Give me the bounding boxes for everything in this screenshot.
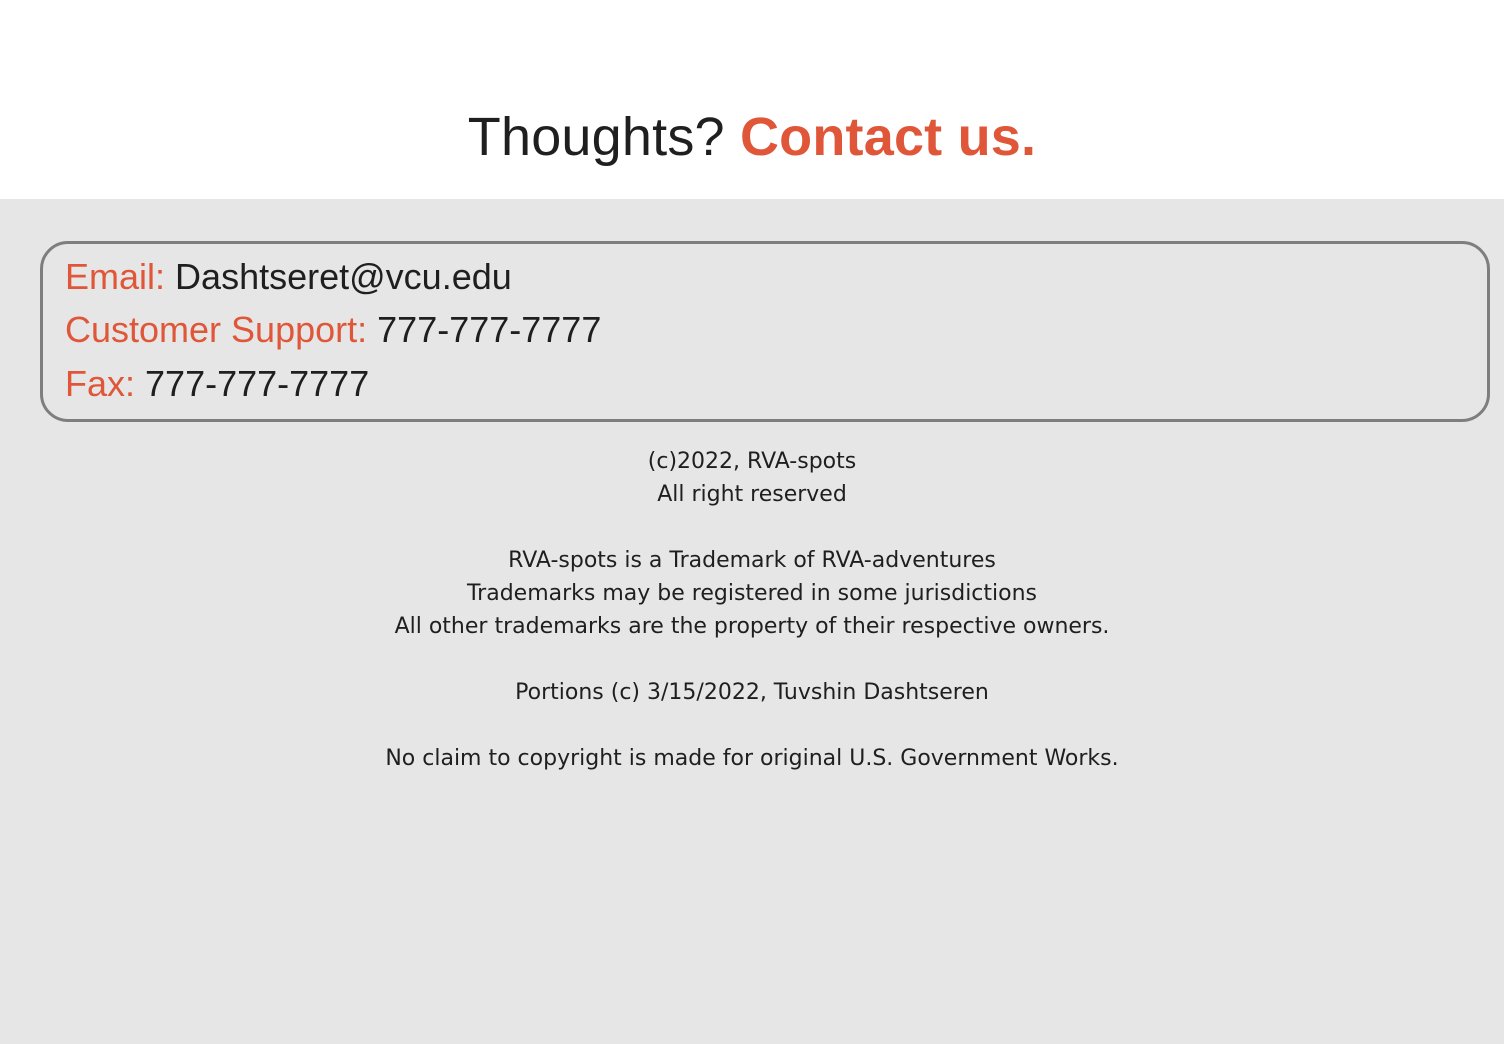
rights-text: All right reserved — [657, 482, 847, 507]
contact-us-link[interactable]: Contact us. — [740, 107, 1036, 167]
footer-spacer — [0, 709, 1504, 742]
customer-support-phone[interactable]: 777-777-7777 — [377, 309, 601, 350]
customer-support-row: Customer Support: 777-777-7777 — [65, 309, 601, 351]
footer-spacer — [0, 643, 1504, 676]
trademark-text-3: All other trademarks are the property of… — [394, 614, 1110, 639]
page: Thoughts? Contact us. Email: Dashtseret@… — [0, 0, 1504, 1044]
hero-question: Thoughts? — [467, 107, 725, 167]
fax-row: Fax: 777-777-7777 — [65, 363, 369, 405]
trademark-text-1: RVA-spots is a Trademark of RVA-adventur… — [508, 548, 996, 573]
government-works-notice: No claim to copyright is made for origin… — [385, 746, 1119, 771]
contact-info-box: Email: Dashtseret@vcu.edu Customer Suppo… — [40, 241, 1490, 422]
legal-footer: (c)2022, RVA-spots All right reserved RV… — [0, 445, 1504, 775]
portions-text: Portions (c) 3/15/2022, Tuvshin Dashtser… — [515, 680, 989, 705]
customer-support-label: Customer Support: — [65, 309, 368, 350]
trademark-text-2: Trademarks may be registered in some jur… — [466, 581, 1038, 606]
footer-spacer — [0, 511, 1504, 544]
fax-number: 777-777-7777 — [145, 363, 370, 404]
email-link[interactable]: Dashtseret@vcu.edu — [175, 256, 512, 297]
fax-label: Fax: — [65, 363, 136, 404]
copyright-text: (c)2022, RVA-spots — [647, 449, 857, 474]
hero-title: Thoughts? Contact us. — [0, 104, 1504, 170]
email-row: Email: Dashtseret@vcu.edu — [65, 256, 512, 298]
email-label: Email: — [65, 256, 166, 297]
contact-hero: Thoughts? Contact us. — [0, 0, 1504, 199]
